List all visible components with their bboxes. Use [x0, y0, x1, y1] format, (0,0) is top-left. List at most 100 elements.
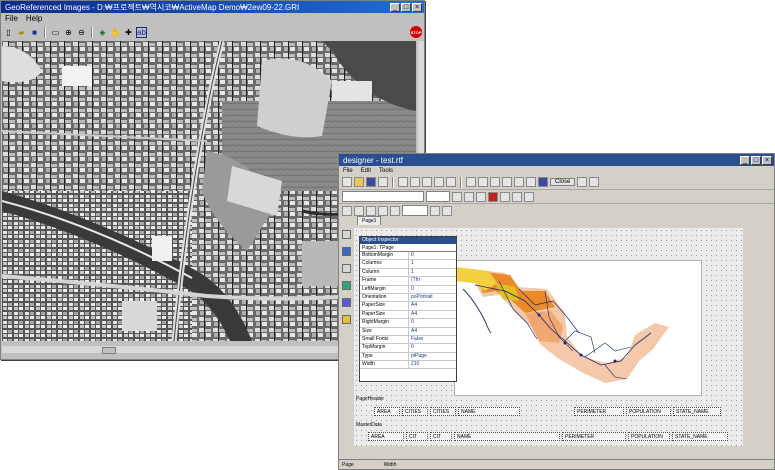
menu-file[interactable]: File — [1, 14, 22, 23]
designer-titlebar[interactable]: designer - test.rtf _ □ × — [339, 154, 774, 166]
zoom-out-icon[interactable]: ⊖ — [76, 27, 87, 38]
inspector-row[interactable]: Orientation poPortrait — [360, 293, 456, 303]
menu-tools[interactable]: Tools — [375, 168, 397, 174]
open-report-icon[interactable] — [354, 177, 364, 187]
data-field-name[interactable]: NAME — [454, 432, 560, 441]
geo-titlebar[interactable]: GeoReferenced Images - D:₩프로젝트₩역시코₩Activ… — [1, 1, 424, 13]
property-value[interactable]: A4 — [409, 328, 456, 335]
frame-all-icon[interactable] — [390, 205, 400, 216]
menu-edit[interactable]: Edit — [357, 168, 375, 174]
tab-page1[interactable]: Page1 — [357, 216, 382, 225]
property-value[interactable]: A4 — [409, 311, 456, 318]
paste-icon[interactable] — [422, 177, 432, 187]
align-left-icon[interactable] — [500, 191, 510, 202]
chart-tool-icon[interactable] — [342, 298, 351, 307]
data-field-cit-2[interactable]: CIT — [430, 432, 452, 441]
inspector-row[interactable]: LeftMargin 0 — [360, 285, 456, 294]
data-field-population[interactable]: POPULATION — [628, 432, 670, 441]
fill-color-icon[interactable] — [430, 205, 440, 216]
align-right-icon[interactable] — [524, 191, 534, 202]
underline-icon[interactable] — [476, 191, 486, 202]
frame-bottom-icon[interactable] — [366, 205, 376, 216]
inspector-row[interactable]: Size A4 — [360, 327, 456, 336]
property-value[interactable]: ptPage — [409, 353, 456, 360]
zoom-in-icon[interactable]: ⊕ — [63, 27, 74, 38]
font-color-icon[interactable] — [488, 191, 498, 202]
close-button[interactable]: × — [762, 155, 772, 165]
header-field-name[interactable]: NAME — [458, 407, 520, 416]
label-icon[interactable]: ab — [136, 26, 147, 38]
preview-icon[interactable] — [589, 177, 600, 187]
header-field-area[interactable]: AREA — [374, 407, 400, 416]
inspector-row[interactable]: PaperSize A4 — [360, 302, 456, 311]
property-value[interactable]: poPortrait — [409, 294, 456, 301]
grid-icon[interactable] — [514, 177, 524, 187]
property-value[interactable]: 1 — [409, 269, 456, 276]
property-value[interactable]: 1 — [409, 260, 456, 267]
minimize-button[interactable]: _ — [390, 2, 400, 12]
band-tool-icon[interactable] — [342, 264, 351, 273]
memo-tool-icon[interactable] — [342, 247, 351, 256]
print-icon[interactable]: ▭ — [50, 27, 61, 38]
font-size-combo[interactable] — [426, 191, 450, 202]
undo-icon[interactable] — [434, 177, 444, 187]
inspector-row[interactable]: RightMargin 0 — [360, 319, 456, 328]
inspector-row[interactable]: Column 1 — [360, 268, 456, 278]
align-center-icon[interactable] — [512, 191, 522, 202]
menu-help[interactable]: Help — [22, 14, 46, 23]
close-button[interactable]: × — [412, 2, 422, 12]
stop-icon[interactable]: STOP — [410, 26, 422, 38]
select-tool-icon[interactable] — [342, 230, 351, 239]
header-field-cities[interactable]: CITIES — [402, 407, 428, 416]
frame-left-icon[interactable] — [354, 205, 364, 216]
redo-icon[interactable] — [446, 177, 456, 187]
property-value[interactable]: 210 — [409, 361, 456, 368]
maximize-button[interactable]: □ — [751, 155, 761, 165]
menu-file[interactable]: File — [339, 168, 357, 174]
frame-width-combo[interactable] — [402, 205, 428, 216]
pen-tool-icon[interactable] — [342, 315, 351, 324]
cut-icon[interactable] — [398, 177, 408, 187]
maximize-button[interactable]: □ — [401, 2, 411, 12]
identify-icon[interactable]: ◈ — [97, 27, 108, 38]
data-field-area[interactable]: AREA — [368, 432, 404, 441]
italic-icon[interactable] — [464, 191, 474, 202]
print-report-icon[interactable] — [378, 177, 388, 187]
inspector-row[interactable]: TopMargin 0 — [360, 344, 456, 353]
inspector-row[interactable]: PaperSize A4 — [360, 310, 456, 320]
property-value[interactable]: 0 — [409, 252, 456, 259]
inspector-row[interactable]: Width 210 — [360, 361, 456, 370]
frame-top-icon[interactable] — [342, 205, 352, 216]
header-field-perimeter[interactable]: PERIMETER — [574, 407, 624, 416]
shape-icon[interactable] — [502, 177, 512, 187]
frame-color-icon[interactable] — [442, 205, 452, 216]
open-icon[interactable]: ▰ — [16, 27, 27, 38]
scroll-thumb[interactable] — [102, 347, 116, 354]
property-value[interactable]: (Tfrr — [409, 277, 456, 284]
inspector-row[interactable]: Columns 1 — [360, 260, 456, 269]
data-field-state-name[interactable]: STATE_NAME — [672, 432, 728, 441]
close-designer-button[interactable]: Close — [550, 178, 576, 186]
map-object[interactable] — [454, 260, 702, 396]
text-icon[interactable] — [466, 177, 476, 187]
align-icon[interactable] — [526, 177, 536, 187]
help-icon[interactable] — [538, 177, 548, 187]
font-name-combo[interactable] — [342, 191, 424, 202]
property-value[interactable]: 0 — [409, 319, 456, 326]
minimize-button[interactable]: _ — [740, 155, 750, 165]
inspector-row[interactable]: Type ptPage — [360, 352, 456, 362]
new-report-icon[interactable] — [342, 177, 352, 187]
inspector-row[interactable]: Small Fonts False — [360, 335, 456, 345]
property-value[interactable]: 0 — [409, 286, 456, 293]
new-icon[interactable]: ▯ — [3, 27, 14, 38]
data-field-perimeter[interactable]: PERIMETER — [562, 432, 626, 441]
property-value[interactable]: A4 — [409, 302, 456, 309]
property-value[interactable]: 0 — [409, 344, 456, 351]
map-tool-icon[interactable] — [342, 281, 351, 290]
inspector-row[interactable]: BottomMargin 0 — [360, 252, 456, 261]
options-icon[interactable] — [577, 177, 588, 187]
frame-right-icon[interactable] — [378, 205, 388, 216]
center-icon[interactable]: ✚ — [123, 27, 134, 38]
save-icon[interactable]: ■ — [29, 27, 40, 38]
band-icon[interactable] — [478, 177, 488, 187]
